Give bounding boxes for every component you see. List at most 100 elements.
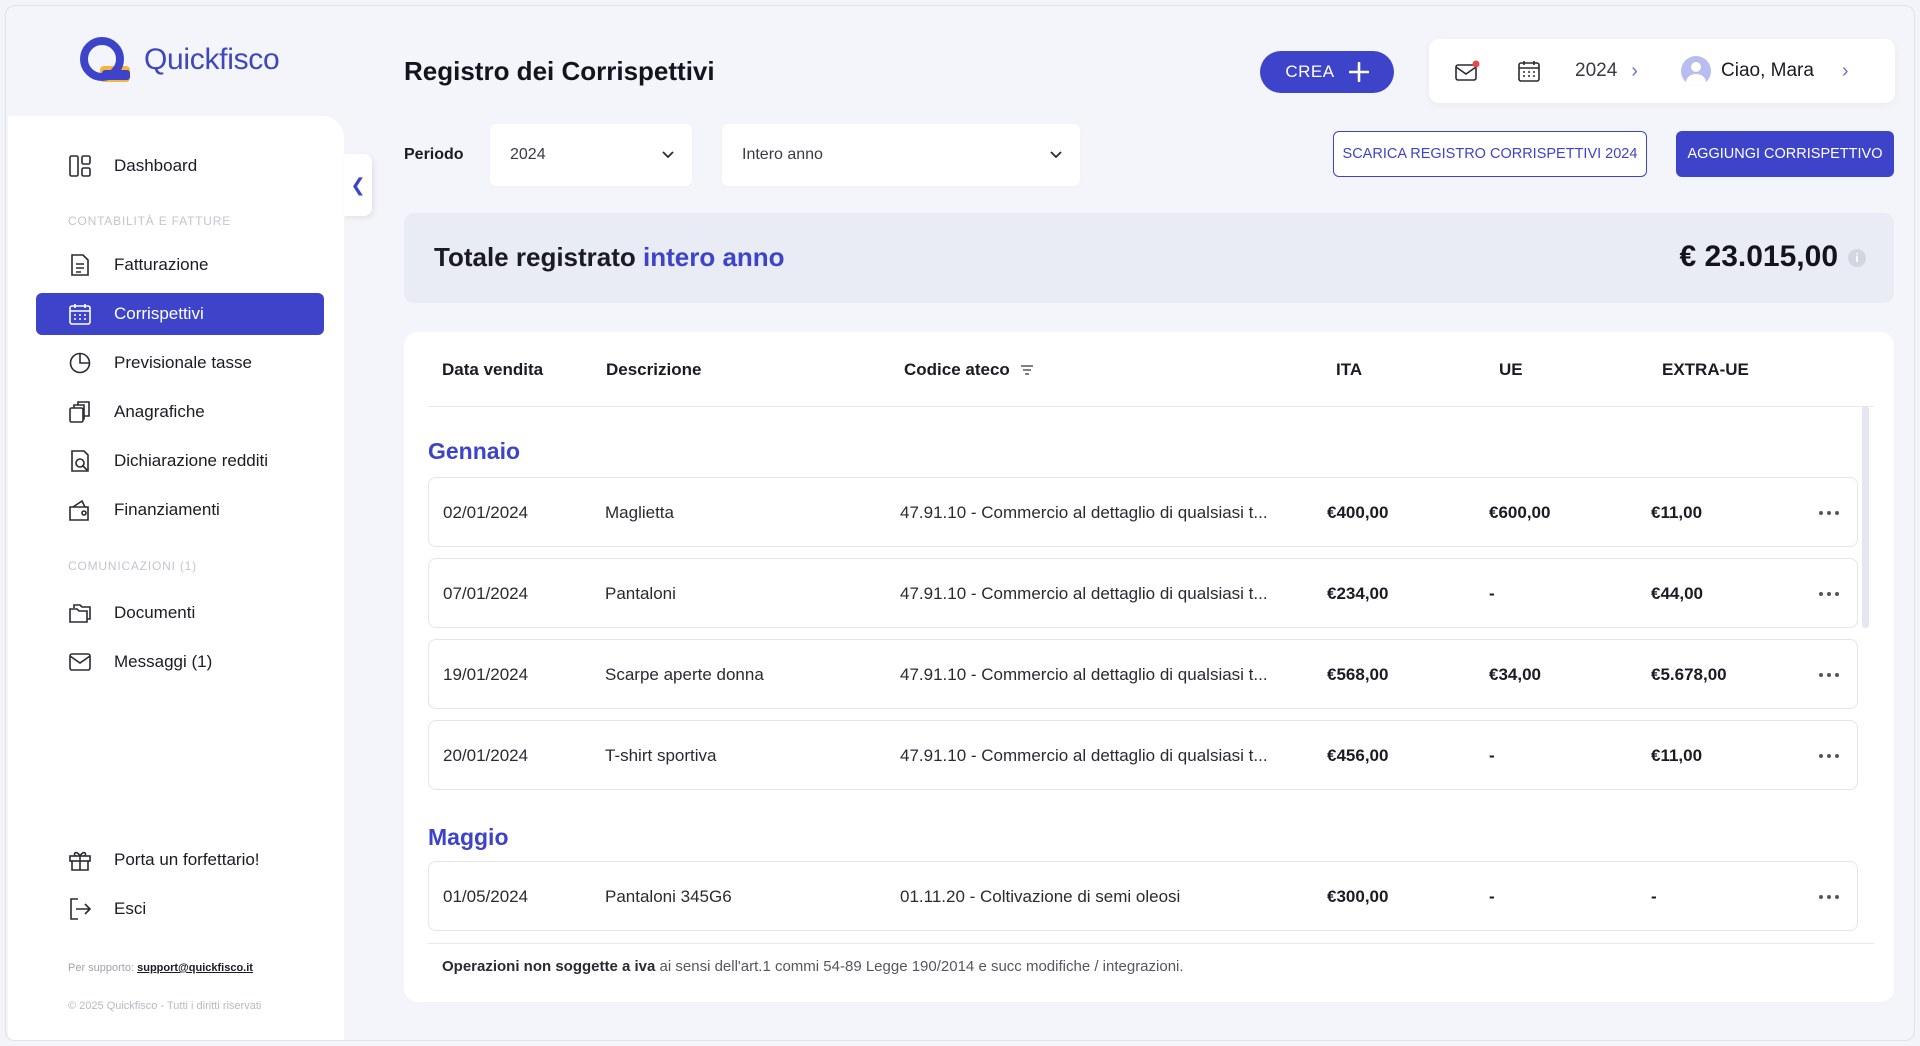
plus-icon <box>1348 62 1369 82</box>
corrispettivi-table: Data vendita Descrizione Codice ateco IT… <box>404 332 1894 1002</box>
cell-descrizione: T-shirt sportiva <box>605 746 717 765</box>
folder-icon <box>68 601 92 625</box>
sidebar-item-label: Corrispettivi <box>114 304 204 323</box>
sidebar: Dashboard CONTABILITÀ E FATTURE Fatturaz… <box>8 116 344 1040</box>
sidebar-item-dashboard[interactable]: Dashboard <box>36 145 324 187</box>
year-selector[interactable]: 2024 › <box>1575 39 1638 103</box>
table-scrollbar[interactable] <box>1862 406 1869 628</box>
cell-ateco: 47.91.10 - Commercio al dettaglio di qua… <box>900 665 1268 684</box>
calendar-register-icon <box>68 302 92 326</box>
app-frame: Quickfisco Dashboard CONTABILITÀ E FATTU… <box>5 5 1915 1041</box>
year-select[interactable]: 2024 <box>490 124 692 186</box>
support-prefix: Per supporto: <box>68 962 135 974</box>
avatar <box>1681 56 1711 86</box>
support-line: Per supporto: support@quickfisco.it <box>68 962 253 974</box>
collapse-sidebar-button[interactable]: ❮ <box>344 154 372 216</box>
row-menu-icon[interactable] <box>1819 478 1839 548</box>
header-ita: ITA <box>1336 360 1363 379</box>
sidebar-item-porta-forfettario[interactable]: Porta un forfettario! <box>36 839 324 881</box>
cell-ateco: 01.11.20 - Coltivazione di semi oleosi <box>900 887 1181 906</box>
chevron-left-icon: ❮ <box>350 174 366 195</box>
cell-data: 20/01/2024 <box>443 746 529 765</box>
footer-divider <box>428 943 1874 944</box>
year-label: 2024 <box>1575 60 1618 81</box>
crea-button[interactable]: CREA <box>1260 51 1394 93</box>
section-comunicazioni: COMUNICAZIONI (1) <box>68 559 197 573</box>
totale-label-text: Totale registrato <box>434 242 636 272</box>
financing-icon <box>68 498 92 522</box>
sidebar-item-label: Previsionale tasse <box>114 353 252 372</box>
sidebar-item-label: Dichiarazione redditi <box>114 451 269 470</box>
gift-icon <box>68 848 92 872</box>
add-corrispettivo-button[interactable]: AGGIUNGI CORRISPETTIVO <box>1676 131 1894 177</box>
cell-descrizione: Pantaloni 345G6 <box>605 887 732 906</box>
table-row[interactable]: 02/01/2024 Maglietta 47.91.10 - Commerci… <box>428 477 1858 547</box>
cell-data: 02/01/2024 <box>443 503 529 522</box>
cell-extra-ue: €11,00 <box>1651 503 1703 522</box>
cell-ateco: 47.91.10 - Commercio al dettaglio di qua… <box>900 503 1268 522</box>
cell-descrizione: Maglietta <box>605 503 674 522</box>
table-row[interactable]: 19/01/2024 Scarpe aperte donna 47.91.10 … <box>428 639 1858 709</box>
sidebar-item-finanziamenti[interactable]: Finanziamenti <box>36 489 324 531</box>
sidebar-item-previsionale[interactable]: Previsionale tasse <box>36 342 324 384</box>
notifications-button[interactable] <box>1455 39 1481 103</box>
logo-mark-icon <box>80 37 130 82</box>
header-codice-ateco-label: Codice ateco <box>904 360 1010 379</box>
sidebar-item-corrispettivi[interactable]: Corrispettivi <box>36 293 324 335</box>
copyright: © 2025 Quickfisco - Tutti i diritti rise… <box>68 1000 262 1012</box>
sidebar-item-label: Porta un forfettario! <box>114 850 260 869</box>
row-menu-icon[interactable] <box>1819 640 1839 710</box>
period-range-value: Intero anno <box>742 146 823 163</box>
user-menu[interactable]: Ciao, Mara › <box>1681 39 1849 103</box>
calendar-button[interactable] <box>1518 39 1540 103</box>
table-row[interactable]: 01/05/2024 Pantaloni 345G6 01.11.20 - Co… <box>428 861 1858 931</box>
cell-extra-ue: €5.678,00 <box>1651 665 1727 684</box>
totale-amount: € 23.015,00 <box>1679 240 1838 273</box>
sidebar-item-label: Fatturazione <box>114 255 209 274</box>
sidebar-item-anagrafiche[interactable]: Anagrafiche <box>36 391 324 433</box>
cell-extra-ue: €44,00 <box>1651 584 1703 603</box>
sidebar-item-documenti[interactable]: Documenti <box>36 592 324 634</box>
sidebar-item-label: Finanziamenti <box>114 500 220 519</box>
sidebar-item-label: Messaggi (1) <box>114 652 213 671</box>
cell-data: 01/05/2024 <box>443 887 529 906</box>
cell-ue: - <box>1489 746 1495 765</box>
periodo-label: Periodo <box>404 146 464 163</box>
sort-icon <box>1020 365 1033 375</box>
totale-label: Totale registrato intero anno <box>434 242 785 273</box>
year-select-value: 2024 <box>510 146 546 163</box>
info-icon[interactable]: i <box>1848 249 1866 267</box>
chevron-down-icon <box>662 151 674 159</box>
download-register-button[interactable]: SCARICA REGISTRO CORRISPETTIVI 2024 <box>1333 131 1647 177</box>
vat-footnote: Operazioni non soggette a iva ai sensi d… <box>442 958 1184 975</box>
table-row[interactable]: 07/01/2024 Pantaloni 47.91.10 - Commerci… <box>428 558 1858 628</box>
cell-ita: €300,00 <box>1327 887 1389 906</box>
tax-return-icon <box>68 449 92 473</box>
totale-card: Totale registrato intero anno € 23.015,0… <box>404 213 1894 303</box>
header-extra-ue: EXTRA-UE <box>1662 360 1749 379</box>
table-row[interactable]: 20/01/2024 T-shirt sportiva 47.91.10 - C… <box>428 720 1858 790</box>
sidebar-item-messaggi[interactable]: Messaggi (1) <box>36 641 324 683</box>
sidebar-item-esci[interactable]: Esci <box>36 888 324 930</box>
quickfisco-logo[interactable]: Quickfisco <box>76 34 280 86</box>
header-codice-ateco[interactable]: Codice ateco <box>904 360 1034 380</box>
mail-icon <box>68 650 92 674</box>
footnote-bold: Operazioni non soggette a iva <box>442 958 656 975</box>
cell-data: 07/01/2024 <box>443 584 529 603</box>
month-heading-maggio: Maggio <box>428 824 509 850</box>
row-menu-icon[interactable] <box>1819 721 1839 791</box>
cell-ateco: 47.91.10 - Commercio al dettaglio di qua… <box>900 746 1268 765</box>
section-contabilita: CONTABILITÀ E FATTURE <box>68 214 232 228</box>
chevron-right-icon: › <box>1631 59 1638 82</box>
cell-extra-ue: - <box>1651 887 1657 906</box>
row-menu-icon[interactable] <box>1819 559 1839 629</box>
support-email-link[interactable]: support@quickfisco.it <box>137 962 253 974</box>
row-menu-icon[interactable] <box>1819 862 1839 932</box>
sidebar-item-label: Dashboard <box>114 156 198 175</box>
cell-ita: €456,00 <box>1327 746 1389 765</box>
sidebar-item-dichiarazione[interactable]: Dichiarazione redditi <box>36 440 324 482</box>
month-heading-gennaio: Gennaio <box>428 438 521 464</box>
period-range-select[interactable]: Intero anno <box>722 124 1080 186</box>
sidebar-item-fatturazione[interactable]: Fatturazione <box>36 244 324 286</box>
chevron-right-icon: › <box>1841 59 1849 82</box>
